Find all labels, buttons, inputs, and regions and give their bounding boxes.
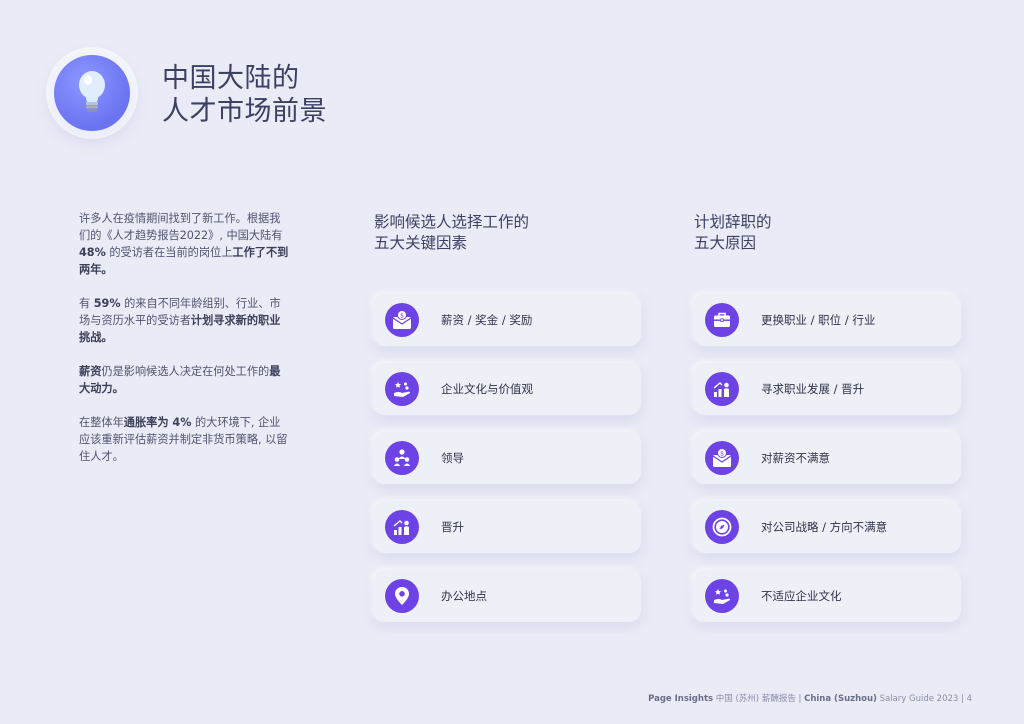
briefcase-icon — [705, 303, 739, 337]
p2-stat: 59% — [93, 297, 121, 310]
factors-heading-line2: 五大关键因素 — [374, 234, 468, 252]
salary-envelope-icon: $ — [385, 303, 419, 337]
intro-paragraph-1: 许多人在疫情期间找到了新工作。根据我们的《人才趋势报告2022》, 中国大陆有 … — [79, 210, 289, 278]
factor-card-salary: $ 薪资 / 奖金 / 奖励 — [373, 294, 641, 346]
lightbulb-icon — [79, 71, 105, 112]
p3-emphasis: 薪资 — [79, 365, 102, 378]
growth-chart-icon — [385, 510, 419, 544]
factor-card-culture: 企业文化与价值观 — [373, 363, 641, 415]
page-number: 4 — [966, 694, 972, 704]
footer-en-title: China (Suzhou) — [804, 694, 877, 704]
reason-card-strategy: 对公司战略 / 方向不满意 — [693, 501, 961, 553]
compass-icon — [705, 510, 739, 544]
reason-card-change: 更换职业 / 职位 / 行业 — [693, 294, 961, 346]
factor-card-location: 办公地点 — [373, 570, 641, 622]
lightbulb-badge — [54, 55, 130, 131]
p1-text: 许多人在疫情期间找到了新工作。根据我们的《人才趋势报告2022》, 中国大陆有 — [79, 212, 283, 242]
location-pin-icon — [385, 579, 419, 613]
factor-card-promotion: 晋升 — [373, 501, 641, 553]
p4-text: 在整体年 — [79, 416, 124, 429]
factor-label: 企业文化与价值观 — [441, 382, 533, 396]
svg-text:$: $ — [720, 450, 724, 457]
footer-cn-title: 中国 (苏州) 薪酬报告 — [713, 694, 799, 704]
footer-separator-2: | — [958, 694, 967, 704]
factor-card-leadership: 领导 — [373, 432, 641, 484]
p2-text: 有 — [79, 297, 94, 310]
p1-text-2: 的受访者在当前的岗位上 — [105, 246, 233, 259]
reason-card-salary: $ 对薪资不满意 — [693, 432, 961, 484]
salary-envelope-icon: $ — [705, 441, 739, 475]
reason-label: 对公司战略 / 方向不满意 — [761, 520, 888, 534]
factors-heading: 影响候选人选择工作的 五大关键因素 — [374, 212, 529, 254]
factor-label: 办公地点 — [441, 589, 487, 603]
p1-stat: 48% — [79, 246, 106, 259]
reason-label: 不适应企业文化 — [761, 589, 842, 603]
factors-heading-line1: 影响候选人选择工作的 — [374, 213, 530, 231]
p3-text: 仍是影响候选人决定在何处工作的 — [101, 365, 270, 378]
hand-culture-icon — [385, 372, 419, 406]
reasons-heading-line2: 五大原因 — [694, 234, 757, 252]
intro-paragraph-4: 在整体年通胀率为 4% 的大环境下, 企业应该重新评估薪资并制定非货币策略, 以… — [79, 414, 289, 465]
page-title-line2: 人才市场前景 — [162, 96, 327, 127]
reason-card-culture: 不适应企业文化 — [693, 570, 961, 622]
intro-paragraph-2: 有 59% 的来自不同年龄组别、行业、市场与资历水平的受访者计划寻求新的职业挑战… — [79, 295, 289, 346]
page-footer: Page Insights 中国 (苏州) 薪酬报告 | China (Suzh… — [648, 692, 972, 704]
factor-label: 领导 — [441, 451, 464, 465]
growth-chart-icon — [705, 372, 739, 406]
p4-stat: 通胀率为 4% — [123, 416, 192, 429]
footer-en-title-rest: Salary Guide 2023 — [876, 694, 959, 704]
page-title: 中国大陆的 人才市场前景 — [162, 62, 327, 128]
intro-text: 许多人在疫情期间找到了新工作。根据我们的《人才趋势报告2022》, 中国大陆有 … — [79, 210, 289, 482]
reason-label: 寻求职业发展 / 晋升 — [761, 382, 865, 396]
reason-card-growth: 寻求职业发展 / 晋升 — [693, 363, 961, 415]
factor-label: 薪资 / 奖金 / 奖励 — [441, 313, 533, 327]
hand-culture-icon — [705, 579, 739, 613]
reason-label: 对薪资不满意 — [761, 451, 830, 465]
reason-label: 更换职业 / 职位 / 行业 — [761, 313, 876, 327]
intro-paragraph-3: 薪资仍是影响候选人决定在何处工作的最大动力。 — [79, 363, 289, 397]
page-title-line1: 中国大陆的 — [162, 63, 300, 94]
reasons-heading-line1: 计划辞职的 — [694, 213, 772, 231]
reasons-heading: 计划辞职的 五大原因 — [694, 212, 772, 254]
footer-brand: Page Insights — [648, 694, 714, 704]
leadership-people-icon — [385, 441, 419, 475]
svg-text:$: $ — [400, 312, 404, 319]
factor-label: 晋升 — [441, 520, 464, 534]
